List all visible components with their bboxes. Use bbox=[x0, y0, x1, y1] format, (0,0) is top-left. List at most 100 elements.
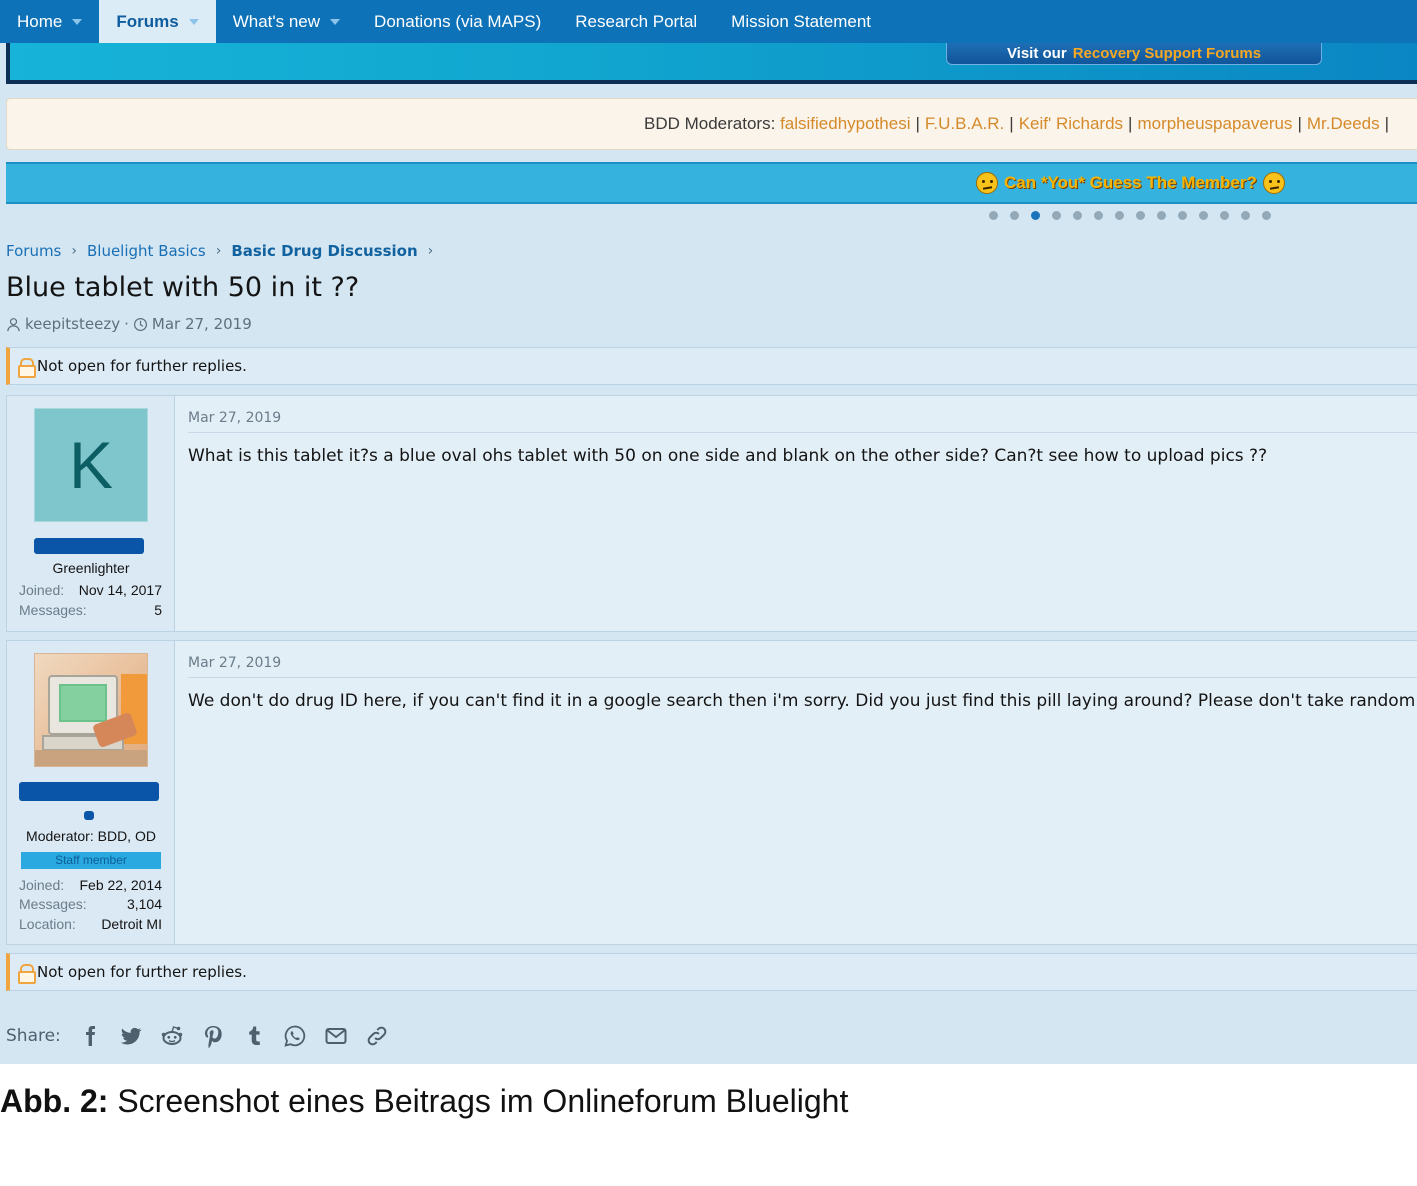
facebook-icon[interactable] bbox=[78, 1024, 102, 1048]
post-date[interactable]: Mar 27, 2019 bbox=[188, 410, 281, 426]
recovery-support-link[interactable]: Visit our Recovery Support Forums bbox=[946, 43, 1322, 65]
nav-mission-statement[interactable]: Mission Statement bbox=[714, 0, 888, 43]
breadcrumb-bluelight-basics[interactable]: Bluelight Basics bbox=[87, 242, 206, 260]
nav-home[interactable]: Home bbox=[0, 0, 99, 43]
stat-key: Joined: bbox=[19, 582, 65, 598]
thread-meta: keepitsteezy · Mar 27, 2019 bbox=[6, 315, 252, 333]
carousel-dot[interactable] bbox=[1052, 211, 1061, 220]
thinking-face-icon bbox=[1262, 172, 1285, 194]
clock-icon bbox=[133, 317, 147, 331]
tumblr-icon[interactable] bbox=[242, 1024, 266, 1048]
carousel-dot[interactable] bbox=[1199, 211, 1208, 220]
redacted-username bbox=[19, 782, 159, 801]
carousel-dot[interactable] bbox=[1031, 211, 1040, 220]
moderators-label: BDD Moderators: bbox=[644, 114, 776, 133]
recovery-prefix: Visit our bbox=[1006, 45, 1067, 62]
moderators-bar: BDD Moderators: falsifiedhypothesi | F.U.B… bbox=[6, 98, 1417, 150]
guess-member-banner: Can *You* Guess The Member? bbox=[6, 162, 1417, 204]
carousel-dot[interactable] bbox=[1220, 211, 1229, 220]
closed-notice-text: Not open for further replies. bbox=[37, 357, 247, 375]
lock-icon bbox=[18, 964, 36, 984]
link-icon[interactable] bbox=[365, 1024, 389, 1048]
carousel-dot[interactable] bbox=[989, 211, 998, 220]
post: Moderator: BDD, OD Staff member Joined: F… bbox=[6, 640, 1417, 945]
carousel-dot[interactable] bbox=[1157, 211, 1166, 220]
carousel-dot[interactable] bbox=[1241, 211, 1250, 220]
carousel-dot[interactable] bbox=[1094, 211, 1103, 220]
carousel-dot[interactable] bbox=[1262, 211, 1271, 220]
email-icon[interactable] bbox=[324, 1024, 348, 1048]
user-stat-messages: Messages: 3,104 bbox=[19, 896, 162, 912]
post-user-panel: Moderator: BDD, OD Staff member Joined: F… bbox=[7, 641, 175, 944]
chevron-right-icon: › bbox=[71, 243, 77, 259]
nav-whats-new-label: What's new bbox=[232, 11, 321, 31]
forum-screenshot: Home Forums What's new Donations (via MA… bbox=[0, 0, 1417, 1064]
stat-key: Messages: bbox=[19, 896, 87, 912]
user-title: Greenlighter bbox=[52, 560, 130, 576]
user-stat-joined: Joined: Nov 14, 2017 bbox=[19, 582, 162, 598]
closed-notice-text: Not open for further replies. bbox=[37, 963, 247, 981]
reddit-icon[interactable] bbox=[160, 1024, 184, 1048]
post-date[interactable]: Mar 27, 2019 bbox=[188, 655, 281, 671]
carousel-dot[interactable] bbox=[1178, 211, 1187, 220]
post: K Greenlighter Joined: Nov 14, 2017 Messa… bbox=[6, 395, 1417, 632]
chevron-down-icon[interactable] bbox=[72, 18, 83, 25]
carousel-dot[interactable] bbox=[1010, 211, 1019, 220]
breadcrumb-forums[interactable]: Forums bbox=[6, 242, 61, 260]
twitter-icon[interactable] bbox=[119, 1024, 143, 1048]
chevron-right-icon: › bbox=[427, 243, 434, 259]
carousel-dot[interactable] bbox=[1115, 211, 1124, 220]
guess-member-link[interactable]: Can *You* Guess The Member? bbox=[976, 172, 1285, 194]
post-divider bbox=[188, 432, 1417, 433]
closed-notice: Not open for further replies. bbox=[6, 347, 1417, 385]
nav-research-portal[interactable]: Research Portal bbox=[558, 0, 714, 43]
thinking-face-icon bbox=[976, 172, 998, 194]
avatar[interactable]: K bbox=[34, 408, 148, 522]
share-label: Share: bbox=[6, 1026, 61, 1046]
moderator-link[interactable]: F.U.B.A.R. bbox=[925, 114, 1004, 133]
carousel-dot[interactable] bbox=[1136, 211, 1145, 220]
staff-badge: Staff member bbox=[21, 852, 161, 869]
top-nav: Home Forums What's new Donations (via MA… bbox=[0, 0, 1417, 43]
nav-mission-label: Mission Statement bbox=[731, 11, 872, 31]
whatsapp-icon[interactable] bbox=[283, 1024, 307, 1048]
share-bar: Share: bbox=[6, 1024, 389, 1048]
separator: | bbox=[1009, 114, 1014, 133]
post-user-panel: K Greenlighter Joined: Nov 14, 2017 Messa… bbox=[7, 396, 175, 631]
nav-forums[interactable]: Forums bbox=[99, 0, 216, 43]
thread-date[interactable]: Mar 27, 2019 bbox=[152, 315, 252, 333]
closed-notice: Not open for further replies. bbox=[6, 953, 1417, 991]
chevron-right-icon: › bbox=[215, 243, 222, 259]
separator: | bbox=[1297, 114, 1302, 133]
chevron-down-icon[interactable] bbox=[330, 18, 341, 25]
thread-title: Blue tablet with 50 in it ?? bbox=[6, 272, 360, 303]
stat-value: 3,104 bbox=[126, 896, 162, 912]
breadcrumb: Forums › Bluelight Basics › Basic Drug D… bbox=[6, 242, 443, 260]
figure-caption: Abb. 2: Screenshot eines Beitrags im Onl… bbox=[0, 1083, 848, 1120]
chevron-down-icon[interactable] bbox=[188, 18, 199, 25]
moderator-link[interactable]: Keif' Richards bbox=[1019, 114, 1123, 133]
avatar[interactable] bbox=[34, 653, 148, 767]
caption-label: Abb. 2: bbox=[0, 1083, 109, 1119]
stat-key: Location: bbox=[19, 916, 76, 932]
redacted-mark bbox=[84, 811, 94, 820]
breadcrumb-basic-drug-discussion[interactable]: Basic Drug Discussion bbox=[231, 242, 417, 260]
nav-donations[interactable]: Donations (via MAPS) bbox=[357, 0, 558, 43]
moderator-link[interactable]: morpheuspapaverus bbox=[1137, 114, 1292, 133]
nav-whats-new[interactable]: What's new bbox=[216, 0, 357, 43]
user-stat-location: Location: Detroit MI bbox=[19, 916, 162, 932]
stat-key: Joined: bbox=[19, 877, 65, 893]
stat-value: Nov 14, 2017 bbox=[78, 582, 162, 598]
lock-icon bbox=[18, 358, 36, 378]
moderator-link[interactable]: Mr.Deeds bbox=[1307, 114, 1380, 133]
post-body: We don't do drug ID here, if you can't f… bbox=[188, 691, 1417, 711]
pinterest-icon[interactable] bbox=[201, 1024, 225, 1048]
moderators-list: BDD Moderators: falsifiedhypothesi | F.U.B… bbox=[644, 114, 1394, 134]
user-stat-joined: Joined: Feb 22, 2014 bbox=[19, 877, 162, 893]
user-title: Moderator: BDD, OD bbox=[26, 828, 156, 844]
thread-author[interactable]: keepitsteezy bbox=[25, 315, 120, 333]
carousel-dot[interactable] bbox=[1073, 211, 1082, 220]
avatar-letter: K bbox=[68, 428, 114, 502]
stat-value: Feb 22, 2014 bbox=[79, 877, 162, 893]
moderator-link[interactable]: falsifiedhypothesi bbox=[780, 114, 910, 133]
